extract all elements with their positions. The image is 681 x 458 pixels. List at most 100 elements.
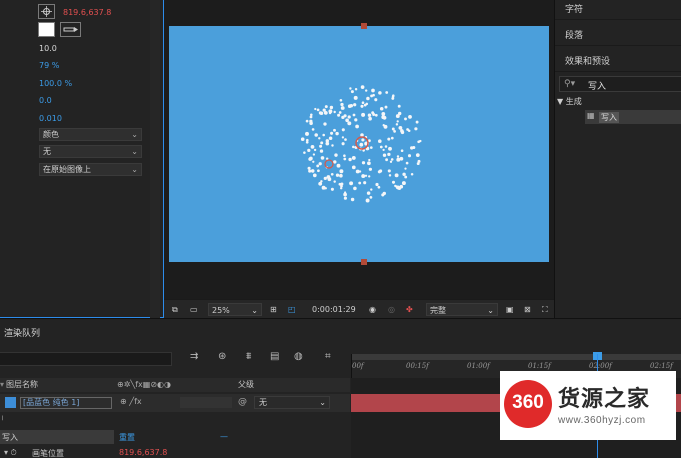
- particle-dot: [341, 115, 345, 120]
- property-value[interactable]: 819.6,637.8: [119, 448, 167, 457]
- blend-select[interactable]: 无 ⌄: [39, 145, 142, 158]
- stopwatch-icon[interactable]: ▾ ⏱: [4, 448, 17, 458]
- particle-dot: [405, 161, 409, 165]
- render-queue-tab[interactable]: 渲染队列: [0, 318, 681, 344]
- layer-row[interactable]: [品蓝色 纯色 1] ⊕ ╱fx @ 无 ⌄: [0, 394, 350, 412]
- tab-character[interactable]: 字符: [555, 0, 681, 20]
- value-4[interactable]: 0.0: [39, 96, 52, 105]
- tree-group-generate[interactable]: ▼ 生成: [557, 96, 582, 107]
- particle-dot: [399, 184, 404, 189]
- snapshot-icon[interactable]: ⧉: [172, 303, 178, 316]
- particle-dot: [316, 108, 320, 112]
- particle-dot: [396, 157, 401, 162]
- value-3[interactable]: 100.0 %: [39, 79, 72, 88]
- particle-dot: [325, 141, 330, 146]
- fullscreen-icon[interactable]: ⛶: [542, 303, 548, 316]
- particle-dot: [328, 109, 333, 114]
- effects-search-input[interactable]: ⚲▾ 写入: [559, 76, 681, 92]
- particle-dot: [390, 158, 394, 161]
- layer-switches[interactable]: ⊕ ╱fx: [120, 397, 142, 406]
- particle-dot: [349, 87, 352, 90]
- particle-dot: [311, 128, 315, 131]
- value-1[interactable]: 10.0: [39, 44, 57, 53]
- particle-dot: [363, 181, 367, 185]
- mask-icon[interactable]: ◰: [288, 303, 296, 316]
- channel-icon[interactable]: ◎: [388, 303, 395, 316]
- particle-dot: [351, 155, 356, 160]
- shy-icon[interactable]: ⇉: [190, 351, 198, 362]
- brush-position-property-row[interactable]: ▾ ⏱ 画笔位置 819.6,637.8: [0, 448, 350, 458]
- effect-icon: ▦: [587, 111, 595, 120]
- value-2[interactable]: 79 %: [39, 61, 59, 70]
- brush-position-value[interactable]: 819.6,637.8: [63, 8, 111, 17]
- tab-effects-presets[interactable]: 效果和预设: [555, 52, 681, 72]
- select-row-2: 无 ⌄: [0, 143, 160, 160]
- chevron-down-icon: ⌄: [131, 130, 138, 139]
- layer-name[interactable]: [品蓝色 纯色 1]: [20, 397, 112, 409]
- quality-select[interactable]: 完整 ⌄: [426, 303, 498, 316]
- chevron-down-icon: ⌄: [251, 306, 258, 315]
- effect-panel-scrollbar[interactable]: [150, 0, 160, 318]
- particle-dot: [343, 192, 347, 197]
- particle-dot: [365, 198, 370, 203]
- effect-row[interactable]: 写入 重置 —: [0, 430, 350, 444]
- tree-item-write-on[interactable]: ▦ 写入: [585, 110, 681, 124]
- color-swatch[interactable]: [38, 22, 55, 37]
- brainstorm-icon[interactable]: ◍: [294, 351, 303, 362]
- layer-color-swatch[interactable]: [5, 397, 16, 408]
- brush-position-marker-icon[interactable]: [324, 159, 334, 169]
- effect-name: 写入: [2, 433, 18, 442]
- top-handle[interactable]: [361, 23, 367, 29]
- particle-dot: [336, 163, 341, 168]
- layer-switch-boxes[interactable]: [180, 397, 232, 408]
- crosshair-icon[interactable]: [38, 4, 55, 19]
- particle-dot: [314, 133, 318, 137]
- paint-style-value: 颜色: [43, 130, 59, 139]
- particle-dot: [335, 173, 340, 177]
- particle-dot: [361, 138, 365, 142]
- tab-paragraph[interactable]: 段落: [555, 26, 681, 46]
- particle-dot: [369, 146, 373, 149]
- particle-dot: [309, 115, 313, 119]
- particle-dot: [366, 191, 371, 195]
- grid-icon[interactable]: ⊞: [270, 303, 277, 316]
- layer-name-header[interactable]: 图层名称: [6, 378, 38, 392]
- motion-blur-icon[interactable]: ⩩: [246, 351, 251, 362]
- particle-dot: [352, 113, 356, 117]
- eyedropper-icon[interactable]: [60, 22, 81, 37]
- particle-dot: [358, 181, 362, 185]
- particle-dot: [360, 104, 364, 108]
- particle-dot: [333, 110, 336, 114]
- particle-dot: [400, 149, 404, 152]
- bottom-handle[interactable]: [361, 259, 367, 265]
- transparency-grid-icon[interactable]: ⊠: [524, 303, 531, 316]
- monitor-icon[interactable]: ▭: [190, 303, 198, 316]
- ruler-tick: 00:15f: [406, 362, 429, 370]
- effect-reset-link[interactable]: 重置: [119, 432, 135, 443]
- timeline-search-input[interactable]: [0, 352, 172, 366]
- particle-dot: [338, 111, 342, 114]
- graph-editor-icon[interactable]: ▤: [270, 351, 279, 362]
- particle-dot: [384, 145, 388, 148]
- particle-dot: [318, 137, 321, 140]
- ruler-tick: 02:00f: [589, 362, 612, 370]
- timecode[interactable]: 0:00:01:29: [312, 303, 356, 316]
- particle-dot: [390, 136, 394, 140]
- color-channels-icon[interactable]: ✤: [406, 303, 413, 316]
- paint-style-select[interactable]: 颜色 ⌄: [39, 128, 142, 141]
- frame-blend-icon[interactable]: ⊛: [218, 351, 226, 362]
- value-5[interactable]: 0.010: [39, 114, 62, 123]
- composition-canvas[interactable]: [169, 23, 549, 265]
- pickwhip-icon[interactable]: @: [238, 397, 247, 407]
- zoom-select[interactable]: 25% ⌄: [208, 303, 262, 316]
- keyframe-icon[interactable]: ⌗: [325, 351, 331, 362]
- camera-icon[interactable]: ◉: [369, 303, 376, 316]
- parent-header[interactable]: 父级: [238, 378, 254, 392]
- particle-dot: [309, 119, 313, 123]
- particle-dot: [415, 120, 419, 124]
- chevron-down-icon: ⌄: [131, 147, 138, 156]
- work-area-bar[interactable]: [352, 354, 681, 360]
- parent-select[interactable]: 无 ⌄: [254, 396, 330, 409]
- paint-on-select[interactable]: 在原始图像上 ⌄: [39, 163, 142, 176]
- region-icon[interactable]: ▣: [506, 303, 514, 316]
